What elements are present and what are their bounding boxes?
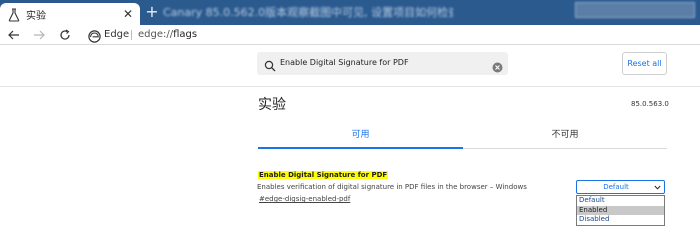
browser-toolbar: Edge edge://flags (0, 25, 700, 45)
clear-icon[interactable] (492, 58, 503, 73)
close-icon[interactable]: ✕ (121, 7, 135, 21)
address-divider (131, 30, 132, 40)
back-arrow-icon[interactable] (4, 25, 24, 45)
chevron-down-icon (654, 184, 661, 191)
page-title: 实验 (258, 97, 286, 113)
forward-arrow-icon[interactable] (29, 25, 49, 45)
reset-all-button[interactable]: Reset all (622, 52, 667, 75)
search-input[interactable]: Enable Digital Signature for PDF (280, 58, 485, 67)
url-scheme: edge:// (138, 29, 174, 40)
active-tab[interactable]: 实验 ✕ (0, 3, 140, 25)
experiment-select[interactable]: Default (576, 180, 665, 194)
version-label: 85.0.563.0 (631, 100, 669, 108)
url-path: flags (173, 29, 198, 40)
select-options-list: Default Enabled Disabled (576, 195, 665, 226)
experiment-link[interactable]: #edge-digsig-enabled-pdf (259, 195, 350, 203)
blurred-window-region (575, 2, 695, 18)
tab-strip: Canary 85.0.562.0版本观察截图中可见, 设置项目如何检查 实验 … (0, 0, 700, 25)
tab-available[interactable]: 可用 (258, 123, 463, 149)
option-default[interactable]: Default (577, 196, 664, 206)
select-value: Default (603, 183, 629, 191)
edge-logo-icon (88, 28, 101, 43)
header-divider (0, 86, 700, 87)
search-field[interactable]: Enable Digital Signature for PDF (257, 52, 508, 75)
option-disabled[interactable]: Disabled (577, 215, 664, 225)
address-site-name: Edge (104, 29, 130, 40)
reload-icon[interactable] (55, 25, 75, 45)
option-enabled[interactable]: Enabled (577, 205, 664, 216)
flask-icon (8, 7, 20, 22)
tab-unavailable[interactable]: 不可用 (463, 123, 667, 149)
blurred-tab-text: Canary 85.0.562.0版本观察截图中可见, 设置项目如何检查 (163, 6, 453, 19)
experiment-description: Enables verification of digital signatur… (257, 183, 527, 191)
plus-icon[interactable]: + (144, 4, 160, 20)
address-bar-url[interactable]: edge://flags (138, 29, 197, 40)
search-icon (264, 57, 276, 72)
tab-title: 实验 (26, 11, 46, 22)
experiment-name: Enable Digital Signature for PDF (258, 171, 389, 179)
